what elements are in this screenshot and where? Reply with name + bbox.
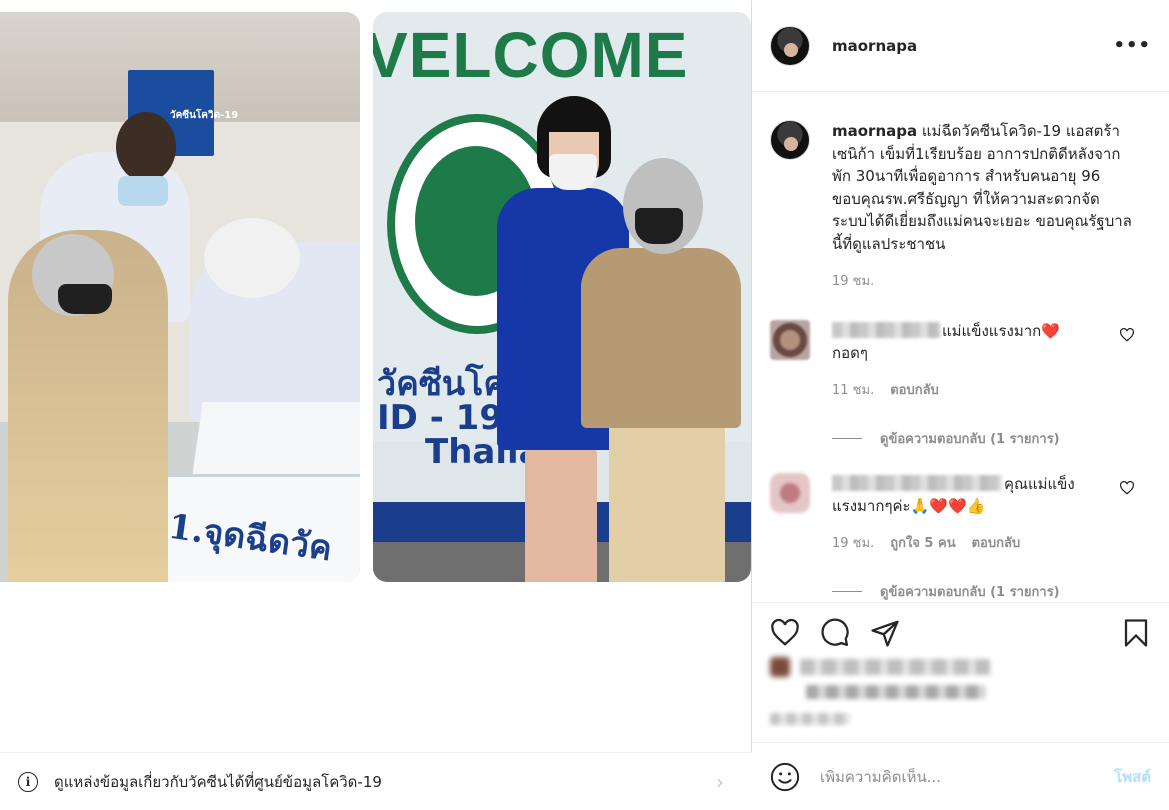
blurred-post-date xyxy=(770,713,850,725)
post-button[interactable]: โพสต์ xyxy=(1114,765,1151,789)
comments-section: maornapa แม่ฉีดวัคซีนโควิด-19 แอสตร้าเซน… xyxy=(752,92,1169,602)
blurred-liked-by-text xyxy=(806,685,986,699)
divider-line xyxy=(832,437,862,439)
woman-legs xyxy=(525,448,597,582)
caption-body: maornapa แม่ฉีดวัคซีนโควิด-19 แอสตร้าเซน… xyxy=(832,120,1132,294)
vaccination-photo[interactable]: วัคซีนโควิด-19 1.จุดฉีดวัค xyxy=(0,12,360,582)
hair-cap xyxy=(204,218,300,298)
comment-body: คุณแม่แข็งแรงมากๆค่ะ🙏❤️❤️👍 xyxy=(832,473,1092,518)
blurred-username[interactable] xyxy=(832,474,1002,491)
post-panel: maornapa ••• maornapa แม่ฉีดวัคซีนโควิด-… xyxy=(752,0,1169,810)
welcome-text: VELCOME xyxy=(373,19,689,91)
share-icon[interactable] xyxy=(870,618,900,648)
comment-input[interactable] xyxy=(820,767,1115,786)
likes-count[interactable]: ถูกใจ 5 คน xyxy=(890,532,955,553)
view-replies-label[interactable]: ดูข้อความตอบกลับ (1 รายการ) xyxy=(880,428,1060,449)
add-comment-bar: โพสต์ xyxy=(752,742,1169,810)
caption-text: แม่ฉีดวัคซีนโควิด-19 แอสตร้าเซนิก้า เข็ม… xyxy=(832,122,1132,253)
view-replies-label[interactable]: ดูข้อความตอบกลับ (1 รายการ) xyxy=(880,581,1060,602)
comment-item: แม่แข็งแรงมาก❤️ กอดๆ xyxy=(770,319,1151,365)
bookmark-icon[interactable] xyxy=(1121,618,1151,648)
info-icon: i xyxy=(18,771,38,792)
action-icons xyxy=(770,603,1151,663)
elder-blouse xyxy=(581,248,741,428)
caption-avatar[interactable] xyxy=(770,120,810,160)
elder-skirt xyxy=(609,422,725,582)
blurred-username[interactable] xyxy=(832,321,940,338)
reply-button[interactable]: ตอบกลับ xyxy=(890,379,939,400)
black-mask xyxy=(58,284,112,314)
blurred-liked-by-text xyxy=(800,659,990,675)
divider-line xyxy=(832,590,862,592)
caption-username[interactable]: maornapa xyxy=(832,122,917,140)
avatar[interactable] xyxy=(770,25,810,66)
covid-info-bar[interactable]: i ดูแหล่งข้อมูลเกี่ยวกับวัคซีนได้ที่ศูนย… xyxy=(0,752,752,810)
blurred-likes-info xyxy=(770,657,990,727)
username[interactable]: maornapa xyxy=(832,37,1113,55)
caption: maornapa แม่ฉีดวัคซีนโควิด-19 แอสตร้าเซน… xyxy=(770,120,1151,294)
blurred-liker-avatar xyxy=(770,657,790,677)
post-header: maornapa ••• xyxy=(752,0,1169,92)
emoji-icon[interactable] xyxy=(770,762,800,792)
post-actions xyxy=(752,602,1169,742)
elder-mask xyxy=(635,208,683,244)
commenter-avatar[interactable] xyxy=(770,472,810,513)
chevron-right-icon[interactable]: › xyxy=(716,770,724,794)
comment-item: คุณแม่แข็งแรงมากๆค่ะ🙏❤️❤️👍 xyxy=(770,472,1151,518)
comment-body: แม่แข็งแรงมาก❤️ กอดๆ xyxy=(832,320,1092,365)
banner-text: วัคซีนโควิด-19 xyxy=(170,110,239,121)
comment-icon[interactable] xyxy=(820,618,850,648)
view-replies-button[interactable]: ดูข้อความตอบกลับ (1 รายการ) xyxy=(832,428,1151,449)
caption-time: 19 ชม. xyxy=(832,274,875,289)
heart-icon[interactable] xyxy=(1119,480,1135,495)
post-media: วัคซีนโควิด-19 1.จุดฉีดวัค VELCOME วัคซี… xyxy=(0,0,752,810)
comment-meta: 11 ชม. ตอบกลับ xyxy=(832,379,1151,400)
comment-time: 11 ชม. xyxy=(832,382,875,398)
nurse-head xyxy=(116,112,176,182)
comment-time: 19 ชม. xyxy=(832,535,875,551)
comment-meta: 19 ชม. ถูกใจ 5 คน ตอบกลับ xyxy=(832,532,1151,553)
heart-icon[interactable] xyxy=(770,618,800,648)
heart-icon[interactable] xyxy=(1119,327,1135,342)
white-mask xyxy=(549,154,597,190)
welcome-photo[interactable]: VELCOME วัคซีนโควิ ID - 19 V Thaila xyxy=(373,12,751,582)
covid-info-text[interactable]: ดูแหล่งข้อมูลเกี่ยวกับวัคซีนได้ที่ศูนย์ข… xyxy=(54,770,716,794)
commenter-avatar[interactable] xyxy=(770,319,810,360)
view-replies-button[interactable]: ดูข้อความตอบกลับ (1 รายการ) xyxy=(832,581,1151,602)
more-horizontal-icon[interactable]: ••• xyxy=(1113,35,1151,56)
reply-button[interactable]: ตอบกลับ xyxy=(972,532,1021,553)
nurse-mask xyxy=(118,176,168,206)
